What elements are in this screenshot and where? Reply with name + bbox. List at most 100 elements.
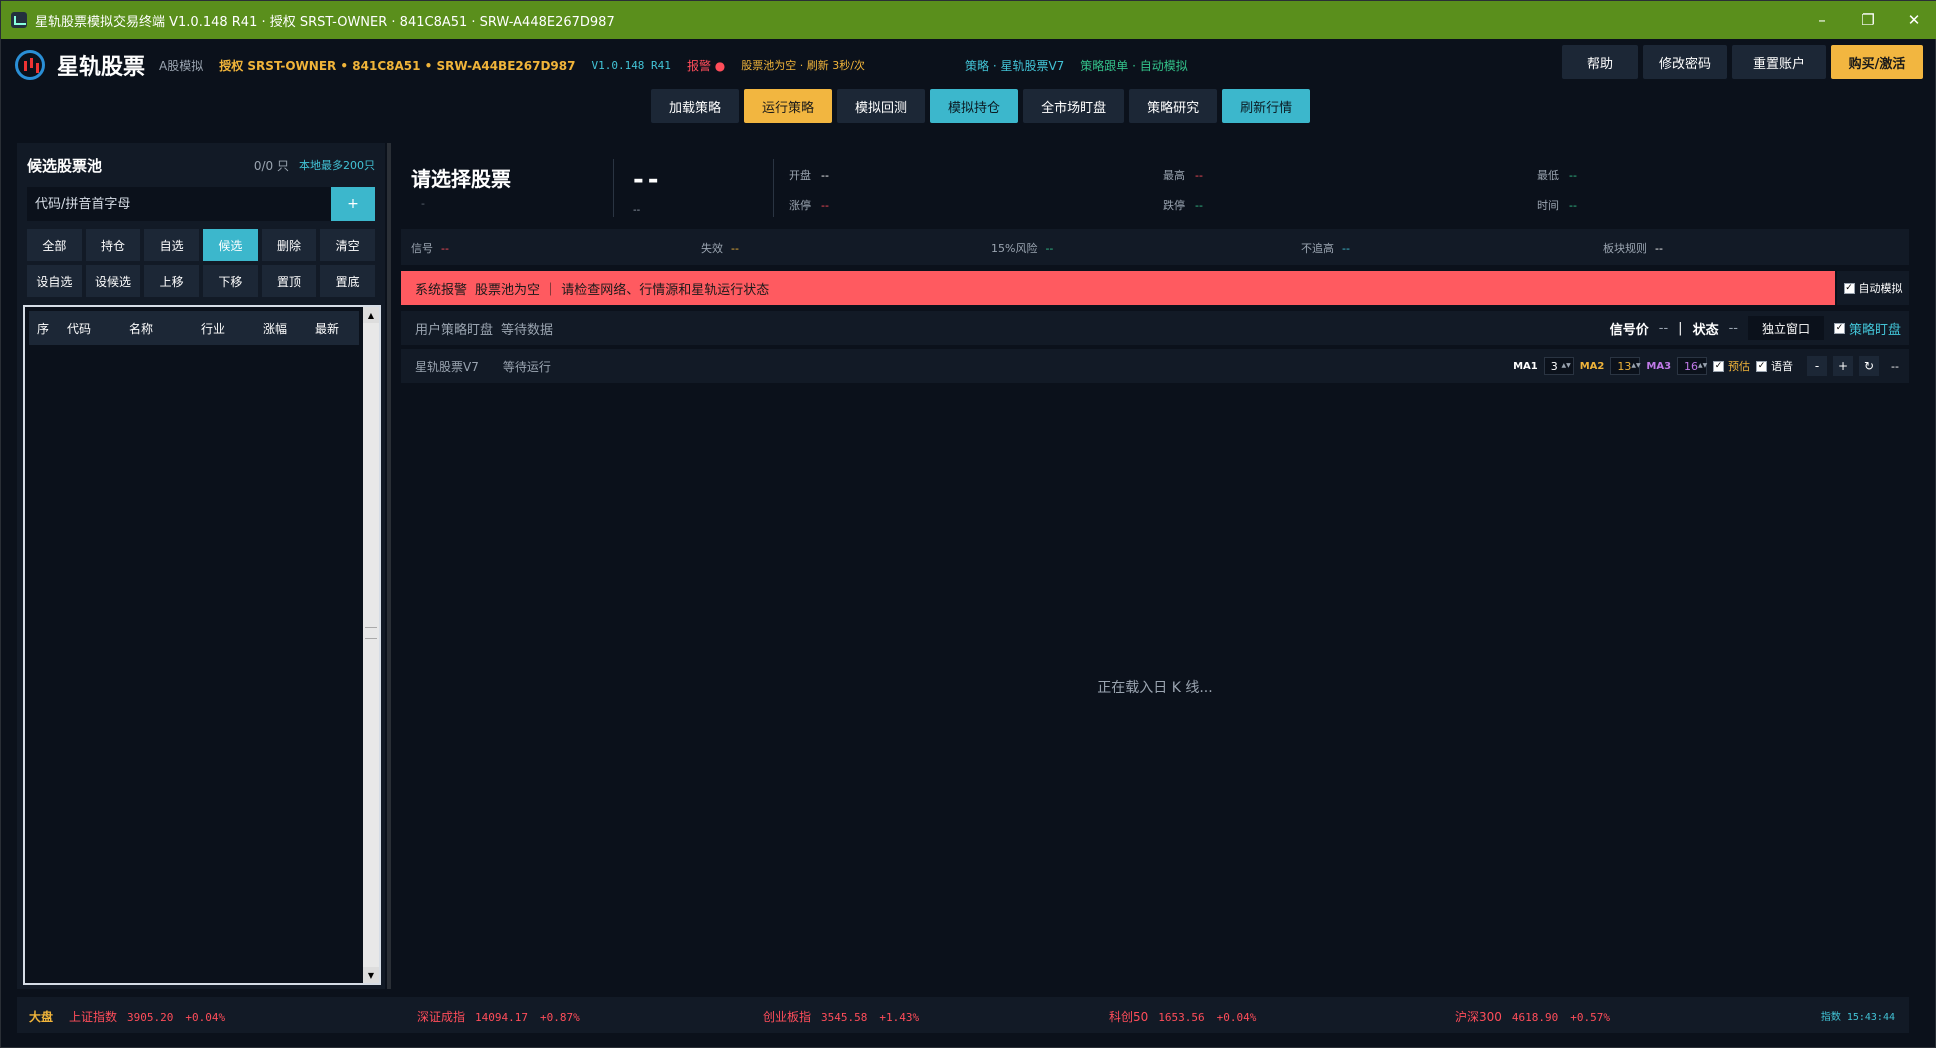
sim-positions-button[interactable]: 模拟持仓 [930,89,1019,123]
col-index[interactable]: 序 [29,320,67,337]
open-window-button[interactable]: 独立窗口 [1747,316,1824,340]
market-watch-button[interactable]: 全市场盯盘 [1023,89,1125,123]
ma1-stepper[interactable]: 3 ▲▼ [1543,357,1574,375]
plus-button[interactable]: + [1833,356,1854,376]
index-time: 指数 15:43:44 [1820,1012,1895,1023]
strategy-watch-label: 用户策略盯盘 [415,322,494,338]
stock-title: 请选择股票 [411,167,511,191]
index-kc50: 科创50 1653.56 +0.04% [1109,1010,1257,1024]
kline-chart-area[interactable]: 正在载入日 K 线... [401,387,1909,987]
alarm-indicator: 报警 ● [686,58,726,73]
limit-up-field: 涨停 -- [789,199,829,212]
system-alert-banner: 系统报警 股票池为空 ｜ 请检查网络、行情源和星轨运行状态 [401,271,1835,305]
strategy-watch-bar: 用户策略盯盘 等待数据 信号价 -- | 状态 -- 独立窗口 ✓ 策略盯盘 [401,311,1909,345]
strategy-research-button[interactable]: 策略研究 [1129,89,1218,123]
strategy-status: 等待运行 [502,359,551,374]
ma2-stepper[interactable]: 13 ▲▼ [1610,357,1641,375]
auto-sim-toggle[interactable]: ✓ 自动模拟 [1837,271,1909,305]
ma3-stepper[interactable]: 16 ▲▼ [1677,357,1707,375]
signal-field: 信号 -- [411,242,449,255]
high-field: 最高 -- [1163,169,1203,182]
version-label: V1.0.148 R41 [591,58,671,72]
pool-status: 股票池为空 · 刷新 3秒/次 [741,59,865,72]
set-candidate-button[interactable]: 设候选 [85,265,141,297]
voice-toggle[interactable]: ✓ 语音 [1756,358,1793,374]
strategy-watch-status: 等待数据 [501,322,554,338]
load-strategy-button[interactable]: 加载策略 [651,89,740,123]
add-stock-button[interactable]: + [331,187,375,221]
signal-price-label: 信号价 [1609,322,1649,338]
filter-holding-button[interactable]: 持仓 [85,229,141,261]
col-name[interactable]: 名称 [129,320,201,337]
run-strategy-button[interactable]: 运行策略 [744,89,833,123]
checkbox-icon[interactable]: ✓ [1843,282,1855,294]
pool-limit: 本地最多200只 [299,159,375,172]
window-title: 星轨股票模拟交易终端 V1.0.148 R41 · 授权 SRST-OWNER … [35,14,615,30]
minimize-button[interactable]: – [1799,1,1845,39]
backtest-button[interactable]: 模拟回测 [837,89,926,123]
license-label: 授权 SRST-OWNER • 841C8A51 • SRW-A44BE267D… [219,58,576,73]
signal-price-value: -- [1658,320,1669,336]
move-down-button[interactable]: 下移 [203,265,258,297]
scroll-thumb[interactable] [365,627,377,639]
index-sz: 深证成指 14094.17 +0.87% [417,1010,580,1024]
no-chase-field: 不追高 -- [1301,242,1350,255]
app-icon [11,12,27,28]
filter-all-button[interactable]: 全部 [27,229,82,261]
panel-title: 候选股票池 [27,156,103,175]
change-password-button[interactable]: 修改密码 [1643,45,1727,79]
reset-account-button[interactable]: 重置账户 [1732,45,1826,79]
stock-list[interactable]: 序 代码 名称 行业 涨幅 最新 ▲ ▼ [23,305,381,985]
stock-pool-panel: 候选股票池 0/0 只 本地最多200只 + 全部 持仓 自选 候选 删除 清空… [17,143,385,989]
clear-button[interactable]: 清空 [320,229,375,261]
stock-search-input[interactable] [27,187,331,221]
col-latest[interactable]: 最新 [315,320,355,337]
refresh-icon[interactable]: ↻ [1859,356,1880,376]
open-field: 开盘 -- [789,169,829,182]
quote-panel: 请选择股票 - -- -- 开盘 -- 最高 -- 最低 -- 涨停 -- 跌停 -- 时… [401,151,1909,225]
logo-chart-icon [15,50,45,80]
state-value: -- [1728,320,1738,336]
estimate-toggle[interactable]: ✓ 预估 [1713,358,1750,374]
alert-kind: 系统报警 [415,282,468,298]
filter-watchlist-button[interactable]: 自选 [144,229,199,261]
minus-button[interactable]: - [1807,356,1828,376]
move-up-button[interactable]: 上移 [144,265,199,297]
header: 星轨股票 A股模拟 授权 SRST-OWNER • 841C8A51 • SRW… [15,43,1923,87]
index-sh: 上证指数 3905.20 +0.04% [69,1010,226,1024]
delete-button[interactable]: 删除 [261,229,317,261]
low-field: 最低 -- [1537,169,1577,182]
panel-splitter[interactable] [387,143,391,989]
signal-bar: 信号 -- 失效 -- 15%风险 -- 不追高 -- 板块规则 -- [401,229,1909,265]
pool-count: 0/0 只 [253,158,289,173]
ticker-label: 大盘 [29,1010,54,1024]
maximize-button[interactable]: ❐ [1845,1,1891,39]
set-watchlist-button[interactable]: 设自选 [27,265,82,297]
follow-label: 策略跟单 · 自动模拟 [1080,58,1188,73]
scroll-up-icon[interactable]: ▲ [363,307,379,323]
help-button[interactable]: 帮助 [1562,45,1638,79]
scroll-down-icon[interactable]: ▼ [363,967,379,983]
title-bar: 星轨股票模拟交易终端 V1.0.148 R41 · 授权 SRST-OWNER … [1,1,1936,39]
col-industry[interactable]: 行业 [201,320,263,337]
app-window: 星轨股票模拟交易终端 V1.0.148 R41 · 授权 SRST-OWNER … [0,0,1936,1048]
strategy-label: 策略 · 星轨股票V7 [965,58,1065,73]
chart-loading-text: 正在载入日 K 线... [1097,680,1213,696]
move-top-button[interactable]: 置顶 [261,265,317,297]
filter-candidate-button[interactable]: 候选 [203,229,258,261]
invalid-field: 失效 -- [701,242,739,255]
col-code[interactable]: 代码 [67,320,129,337]
mode-label: A股模拟 [159,58,204,73]
refresh-quotes-button[interactable]: 刷新行情 [1222,89,1311,123]
col-change[interactable]: 涨幅 [263,320,315,337]
list-header: 序 代码 名称 行业 涨幅 最新 [29,311,359,345]
list-scrollbar[interactable]: ▲ ▼ [363,307,379,983]
strategy-name: 星轨股票V7 [415,359,479,374]
move-bottom-button[interactable]: 置底 [320,265,375,297]
strategy-watch-toggle[interactable]: ✓ 策略盯盘 [1833,319,1901,338]
index-cyb: 创业板指 3545.58 +1.43% [763,1010,920,1024]
close-button[interactable]: ✕ [1891,1,1936,39]
logo: 星轨股票 [15,49,159,81]
buy-activate-button[interactable]: 购买/激活 [1831,45,1923,79]
logo-text: 星轨股票 [57,55,146,80]
